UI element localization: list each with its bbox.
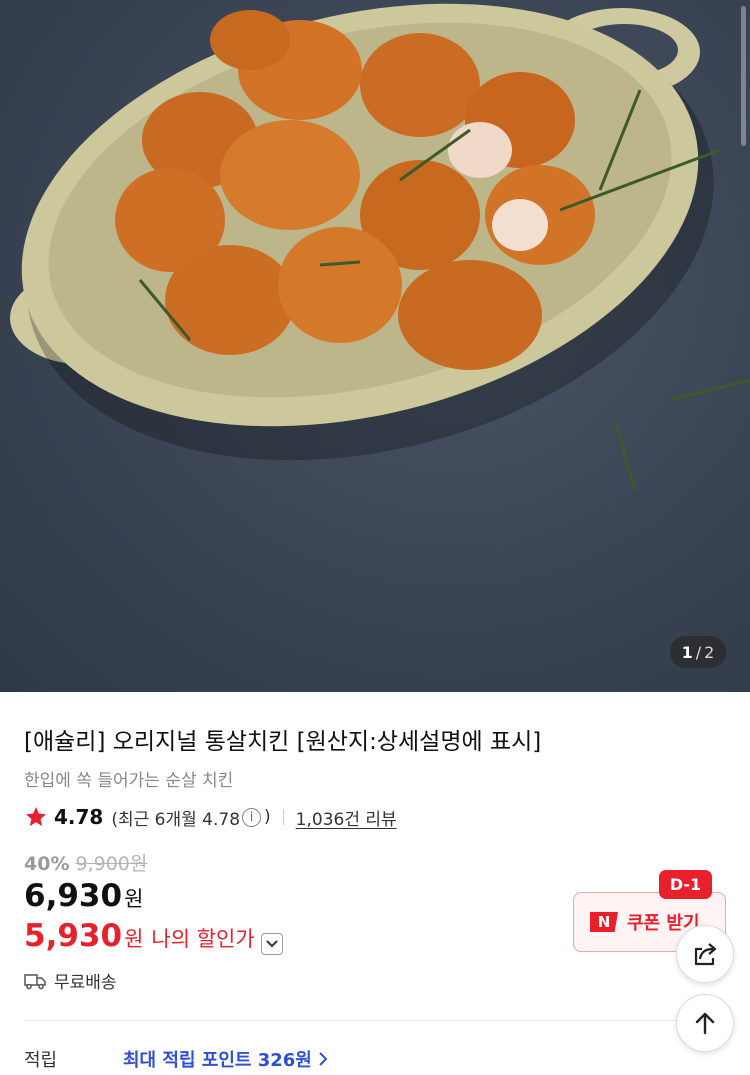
rating-recent: (최근 6개월 4.78 i ) xyxy=(111,805,270,830)
sale-price: 6,930 xyxy=(24,878,123,914)
sale-price-row: 6,930 원 xyxy=(24,878,143,914)
sale-price-unit: 원 xyxy=(124,887,144,911)
rating-row: 4.78 (최근 6개월 4.78 i ) 1,036건 리뷰 xyxy=(24,803,397,831)
coupon-dday-badge: D-1 xyxy=(659,870,712,899)
scroll-to-top-button[interactable] xyxy=(676,994,734,1052)
my-price-unit: 원 xyxy=(124,927,144,951)
points-row[interactable]: 적립 최대 적립 포인트 326원 xyxy=(24,1046,328,1072)
divider xyxy=(282,809,284,825)
my-price-label: 나의 할인가 xyxy=(151,927,255,951)
my-price-row[interactable]: 5,930 원 나의 할인가 xyxy=(24,918,283,955)
share-button[interactable] xyxy=(676,925,734,983)
info-icon[interactable]: i xyxy=(242,807,262,827)
chevron-down-icon[interactable] xyxy=(260,933,283,955)
rating-value: 4.78 xyxy=(54,805,104,829)
rating-recent-close: ) xyxy=(264,807,271,827)
product-photo xyxy=(10,3,750,491)
image-page-counter: 1 / 2 xyxy=(670,636,726,668)
total-pages: 2 xyxy=(704,642,715,662)
naver-n-icon: N xyxy=(590,912,618,932)
product-subtitle: 한입에 쏙 들어가는 순살 치킨 xyxy=(24,771,234,791)
share-icon xyxy=(694,943,717,966)
points-label: 적립 xyxy=(24,1050,58,1071)
current-page: 1 xyxy=(681,642,693,662)
truck-icon xyxy=(24,973,46,989)
discount-row: 40% 9,900원 xyxy=(24,849,147,876)
page-separator: / xyxy=(695,642,702,662)
original-price: 9,900원 xyxy=(75,853,148,875)
arrow-up-icon xyxy=(695,1012,715,1035)
discount-percent: 40% xyxy=(24,853,70,875)
rating-recent-text: (최근 6개월 4.78 xyxy=(111,809,241,830)
chevron-right-icon xyxy=(319,1052,328,1066)
product-title: [애슐리] 오리지널 통살치킨 [원산지:상세설명에 표시] xyxy=(24,729,542,755)
shipping-text: 무료배송 xyxy=(54,973,117,993)
section-divider xyxy=(24,1020,726,1021)
review-count-link[interactable]: 1,036건 리뷰 xyxy=(296,805,397,830)
shipping-row: 무료배송 xyxy=(24,968,117,993)
star-icon xyxy=(26,807,46,826)
product-image[interactable]: 1 / 2 xyxy=(0,0,750,692)
scroll-thumb[interactable] xyxy=(741,6,746,146)
points-value[interactable]: 최대 적립 포인트 326원 xyxy=(123,1046,312,1072)
my-price: 5,930 xyxy=(24,918,123,954)
